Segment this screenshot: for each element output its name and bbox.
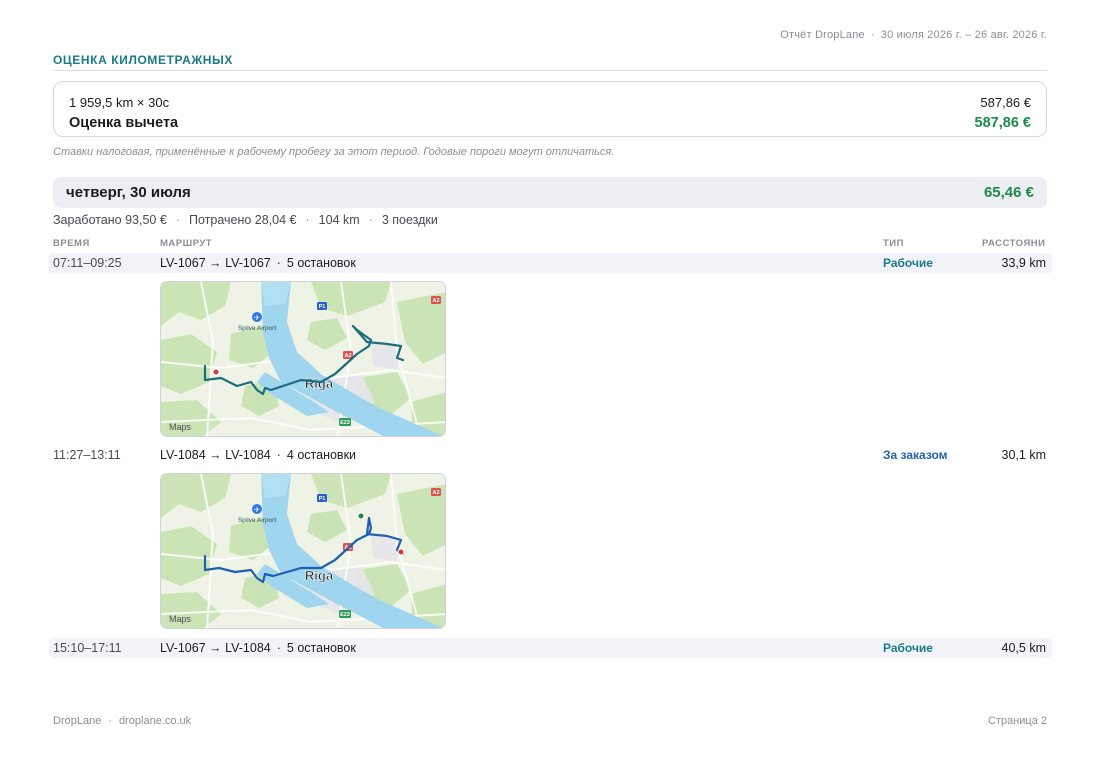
trip-row[interactable]: 11:27–13:11 LV-1084 → LV-1084 · 4 остановк… [49, 445, 1052, 465]
trip-distance: 33,9 km [1001, 256, 1046, 270]
distance-stat: 104 km [318, 213, 360, 227]
svg-text:Maps: Maps [169, 614, 192, 624]
svg-text:E22: E22 [340, 612, 350, 618]
trip-distance: 30,1 km [1001, 448, 1046, 462]
trip-type: Рабочие [883, 641, 933, 655]
day-header: четверг, 30 июля 65,46 € [53, 177, 1047, 208]
svg-text:Rīga: Rīga [305, 568, 334, 583]
svg-text:E22: E22 [340, 420, 350, 426]
svg-text:Spilve Airport: Spilve Airport [238, 325, 276, 332]
deduction-value: 587,86 € [974, 115, 1031, 131]
trip-row[interactable]: 07:11–09:25 LV-1067 → LV-1067 · 5 останово… [49, 253, 1052, 273]
trip-type: За заказом [883, 448, 948, 462]
trip-time: 07:11–09:25 [53, 256, 122, 270]
trip-route: LV-1067 → LV-1067 · 5 остановок [160, 256, 356, 270]
page-number: Страница 2 [987, 715, 1047, 727]
calculation-value: 587,86 € [980, 95, 1031, 110]
rates-note: Ставки налоговая, применённые к рабочему… [53, 146, 615, 158]
trip-time: 15:10–17:11 [53, 641, 122, 655]
svg-text:P1: P1 [319, 304, 326, 310]
report-header: Отчёт DropLane · 30 июля 2026 г. – 26 авг.… [780, 29, 1047, 41]
svg-text:Spilve Airport: Spilve Airport [238, 517, 276, 524]
mileage-summary-box: 1 959,5 km × 30c 587,86 € Оценка вычета … [53, 81, 1047, 137]
earned-stat: Заработано 93,50 € [53, 213, 167, 227]
trip-type: Рабочие [883, 256, 933, 270]
svg-text:✈: ✈ [254, 506, 260, 514]
column-header-distance: РАССТОЯНИ [982, 238, 1046, 249]
column-header-type: ТИП [883, 238, 904, 249]
footer-brand: DropLane · droplane.co.uk [53, 715, 192, 727]
trip-row[interactable]: 15:10–17:11 LV-1067 → LV-1084 · 5 останово… [49, 638, 1052, 658]
day-total: 65,46 € [983, 184, 1034, 201]
svg-text:A2: A2 [432, 490, 439, 496]
svg-text:P1: P1 [319, 496, 326, 502]
section-title: ОЦЕНКА КИЛОМЕТРАЖНЫХ [53, 53, 234, 67]
svg-text:Maps: Maps [169, 422, 192, 432]
column-header-route: МАРШРУТ [160, 238, 213, 249]
report-period: 30 июля 2026 г. – 26 авг. 2026 г. [880, 29, 1047, 41]
deduction-label: Оценка вычета [69, 115, 179, 131]
trip-distance: 40,5 km [1001, 641, 1046, 655]
spent-stat: Потрачено 28,04 € [188, 213, 297, 227]
trip-time: 11:27–13:11 [53, 448, 121, 462]
trip-route: LV-1084 → LV-1084 · 4 остановки [160, 448, 357, 462]
trip-map[interactable]: ✈ Spilve Airport P1 A2 A2 E22 Rīga Maps [160, 281, 446, 437]
trip-route: LV-1067 → LV-1084 · 5 остановок [160, 641, 356, 655]
calculation-label: 1 959,5 km × 30c [69, 95, 170, 110]
deduction-row: Оценка вычета 587,86 € [69, 115, 1031, 131]
column-header-time: ВРЕМЯ [53, 238, 90, 249]
report-name: Отчёт DropLane [780, 29, 865, 41]
svg-text:✈: ✈ [254, 314, 260, 322]
section-divider [53, 70, 1047, 71]
trip-map[interactable]: ✈ Spilve Airport P1 A2 A2 E22 Rīga Maps [160, 473, 446, 629]
day-stats: Заработано 93,50 € · Потрачено 28,04 € · 104… [53, 213, 438, 227]
footer-brand-name: DropLane [53, 715, 102, 727]
calculation-row: 1 959,5 km × 30c 587,86 € [69, 95, 1031, 110]
footer-site-link[interactable]: droplane.co.uk [119, 715, 191, 727]
svg-text:A2: A2 [432, 298, 439, 304]
trips-stat: 3 поездки [381, 213, 438, 227]
svg-text:A2: A2 [344, 353, 351, 359]
day-label: четверг, 30 июля [66, 184, 191, 201]
